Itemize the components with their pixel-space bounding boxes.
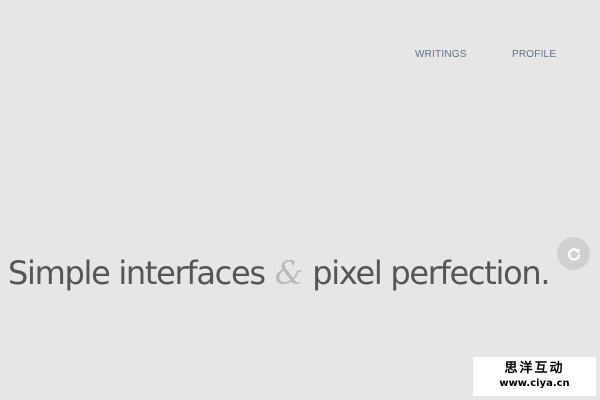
refresh-button[interactable] — [557, 237, 590, 270]
hero-tagline: Simple interfaces & pixel perfection. — [8, 247, 551, 299]
hero-text-part2: pixel perfection. — [312, 254, 550, 293]
hero-ampersand: & — [274, 254, 304, 293]
watermark-url: www.ciya.cn — [499, 378, 570, 389]
watermark-title: 思洋互动 — [504, 361, 565, 376]
watermark-logo: 思洋互动 www.ciya.cn — [473, 357, 596, 396]
hero-text-part1: Simple interfaces — [8, 254, 266, 293]
top-nav: WRITINGS PROFILE — [0, 48, 600, 62]
nav-link-writings[interactable]: WRITINGS — [415, 48, 467, 62]
refresh-icon — [566, 246, 582, 262]
nav-link-profile[interactable]: PROFILE — [512, 48, 556, 62]
